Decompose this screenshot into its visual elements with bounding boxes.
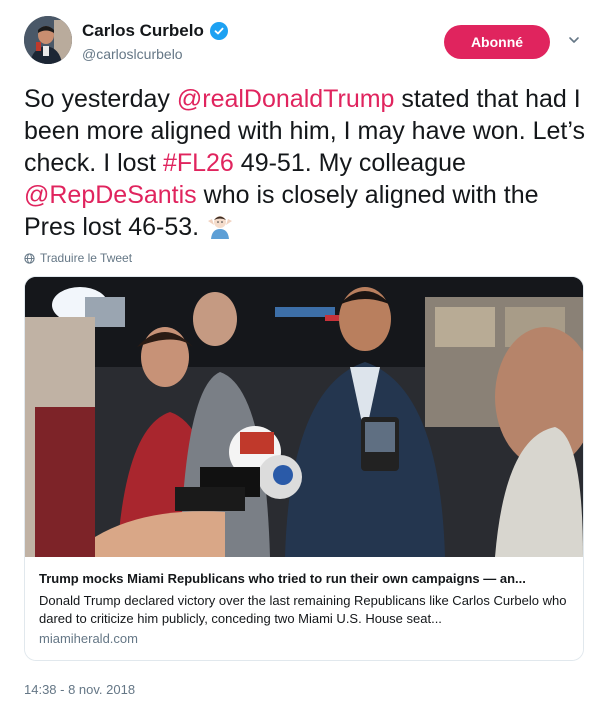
tweet-text-segment: So yesterday — [24, 85, 177, 113]
hashtag-fl26[interactable]: #FL26 — [163, 149, 234, 177]
press-photo-illustration — [25, 277, 583, 557]
author-name-line[interactable]: Carlos Curbelo — [82, 21, 228, 41]
translate-label[interactable]: Traduire le Tweet — [40, 251, 132, 265]
card-title[interactable]: Trump mocks Miami Republicans who tried … — [39, 571, 569, 586]
mention-realdonaldtrump[interactable]: @realDonaldTrump — [177, 85, 395, 113]
tweet-timestamp[interactable]: 14:38 - 8 nov. 2018 — [24, 682, 135, 697]
verified-badge-icon — [209, 22, 228, 40]
tweet-text-segment: 49-51. My colleague — [233, 149, 466, 177]
link-card[interactable]: Trump mocks Miami Republicans who tried … — [24, 276, 584, 661]
avatar[interactable] — [24, 16, 72, 64]
tweet-text: So yesterday @realDonaldTrump stated tha… — [24, 83, 590, 243]
translate-tweet-link[interactable]: Traduire le Tweet — [24, 251, 132, 265]
chevron-down-icon[interactable] — [564, 30, 584, 50]
man-shrugging-emoji-icon — [206, 213, 234, 239]
card-body[interactable]: Trump mocks Miami Republicans who tried … — [25, 557, 583, 660]
globe-icon — [24, 252, 35, 264]
author-handle[interactable]: @carloslcurbelo — [82, 46, 183, 62]
avatar-photo — [24, 16, 72, 64]
following-button[interactable]: Abonné — [444, 25, 550, 59]
card-description: Donald Trump declared victory over the l… — [39, 593, 567, 626]
tweet-header: Carlos Curbelo @carloslcurbelo Abonné — [24, 16, 584, 68]
card-domain: miamiherald.com — [39, 631, 138, 646]
mention-repdesantis[interactable]: @RepDeSantis — [24, 181, 197, 209]
author-name[interactable]: Carlos Curbelo — [82, 21, 204, 41]
card-press-photo[interactable] — [25, 277, 583, 557]
